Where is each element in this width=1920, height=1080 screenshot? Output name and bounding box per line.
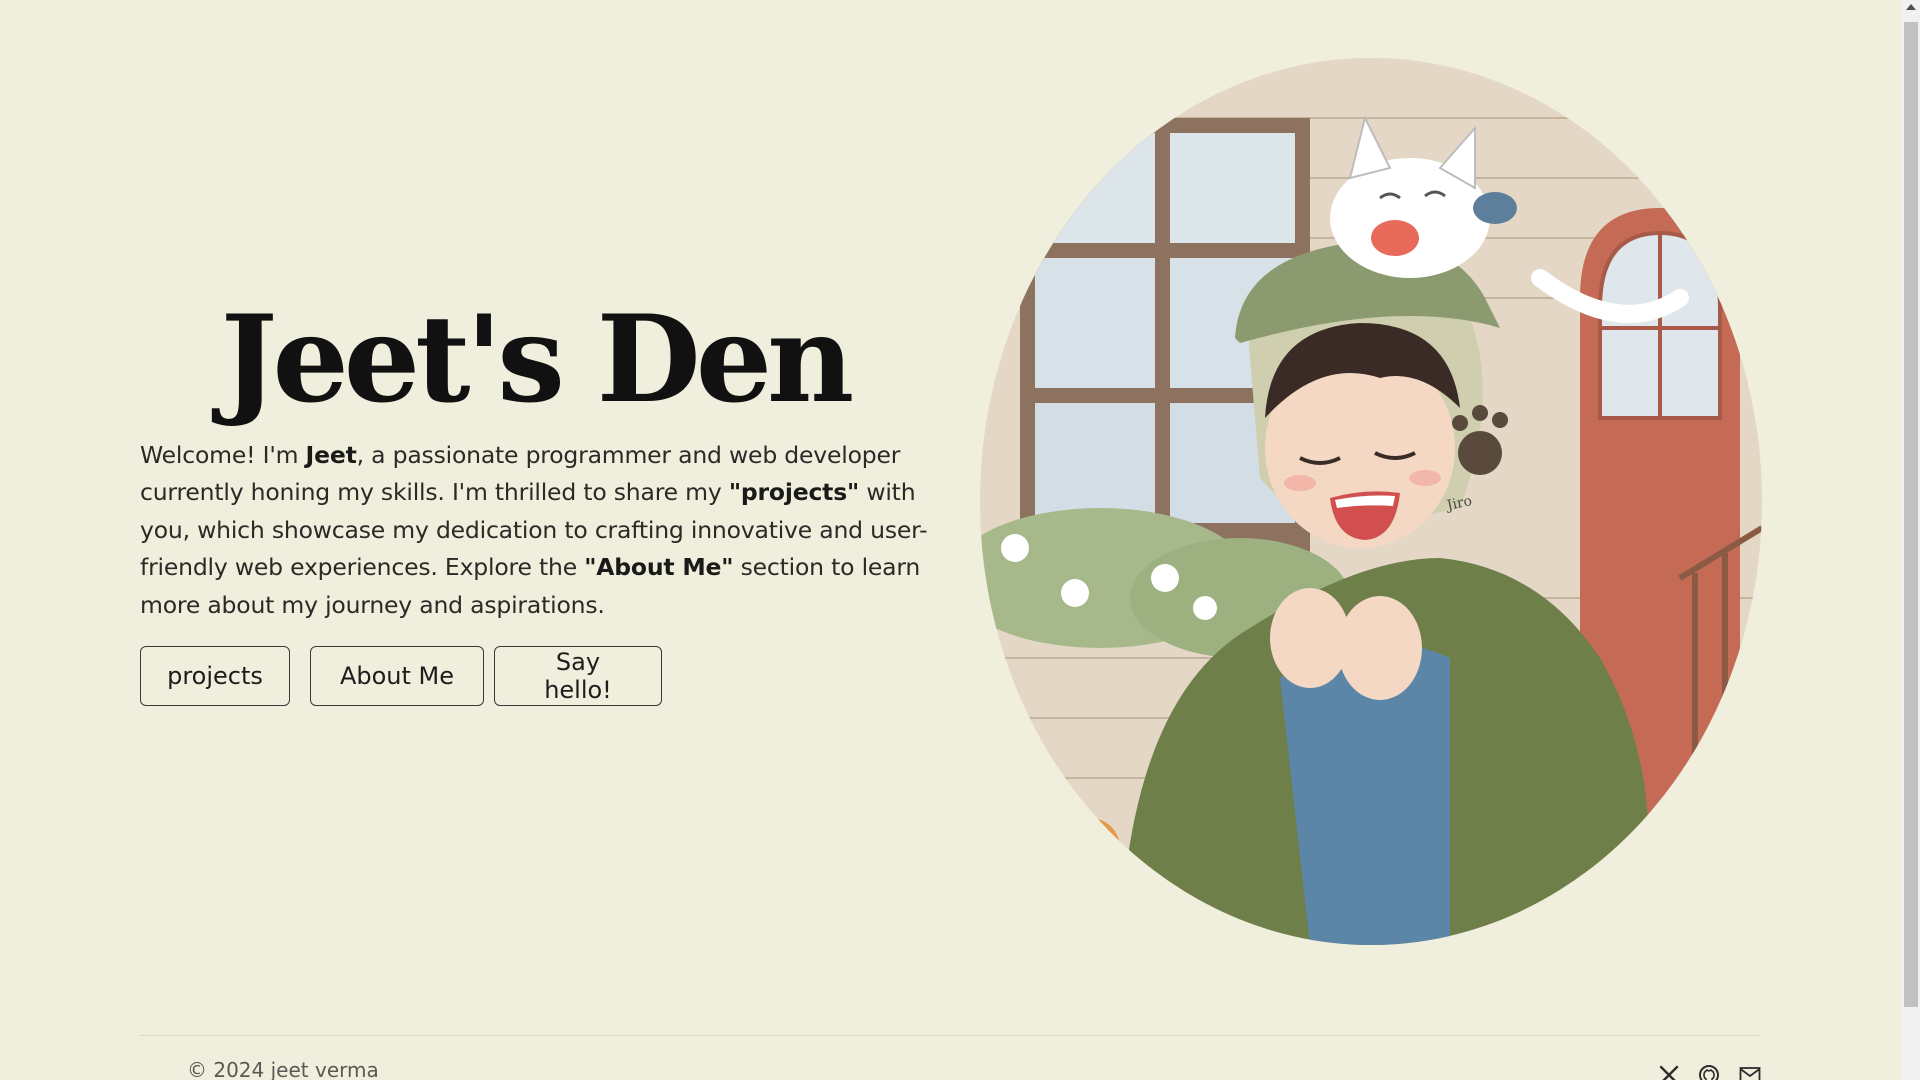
github-icon-svg (1699, 1065, 1719, 1080)
github-icon[interactable] (1696, 1062, 1722, 1080)
portrait-svg: Jiro (980, 58, 1762, 945)
mail-icon[interactable] (1737, 1062, 1763, 1080)
vertical-scrollbar[interactable] (1902, 0, 1920, 1080)
portrait-illustration: Jiro (980, 58, 1762, 945)
footer-divider (140, 1035, 1760, 1036)
page-title: Jeet's Den (220, 289, 855, 430)
intro-name: Jeet (305, 441, 357, 469)
scroll-up-icon[interactable] (1906, 4, 1916, 10)
intro-text-1: Welcome! I'm (140, 441, 306, 469)
hero-section: Jeet's Den Welcome! I'm Jeet, a passiona… (140, 289, 930, 707)
intro-paragraph: Welcome! I'm Jeet, a passionate programm… (140, 437, 930, 624)
footer-copyright: © 2024 jeet verma (187, 1058, 379, 1080)
projects-button[interactable]: projects (140, 646, 290, 707)
about-me-button[interactable]: About Me (310, 646, 484, 707)
say-hello-button[interactable]: Say hello! (494, 646, 662, 707)
scrollbar-thumb[interactable] (1904, 22, 1918, 1007)
x-icon-svg (1659, 1065, 1679, 1080)
intro-about-ref: "About Me" (584, 553, 734, 582)
intro-projects-ref: "projects" (728, 478, 860, 507)
hero-buttons: projects About Me Say hello! (140, 646, 930, 707)
page: Jeet's Den Welcome! I'm Jeet, a passiona… (0, 0, 1902, 1080)
mail-icon-svg (1739, 1067, 1761, 1080)
x-icon[interactable] (1656, 1062, 1682, 1080)
